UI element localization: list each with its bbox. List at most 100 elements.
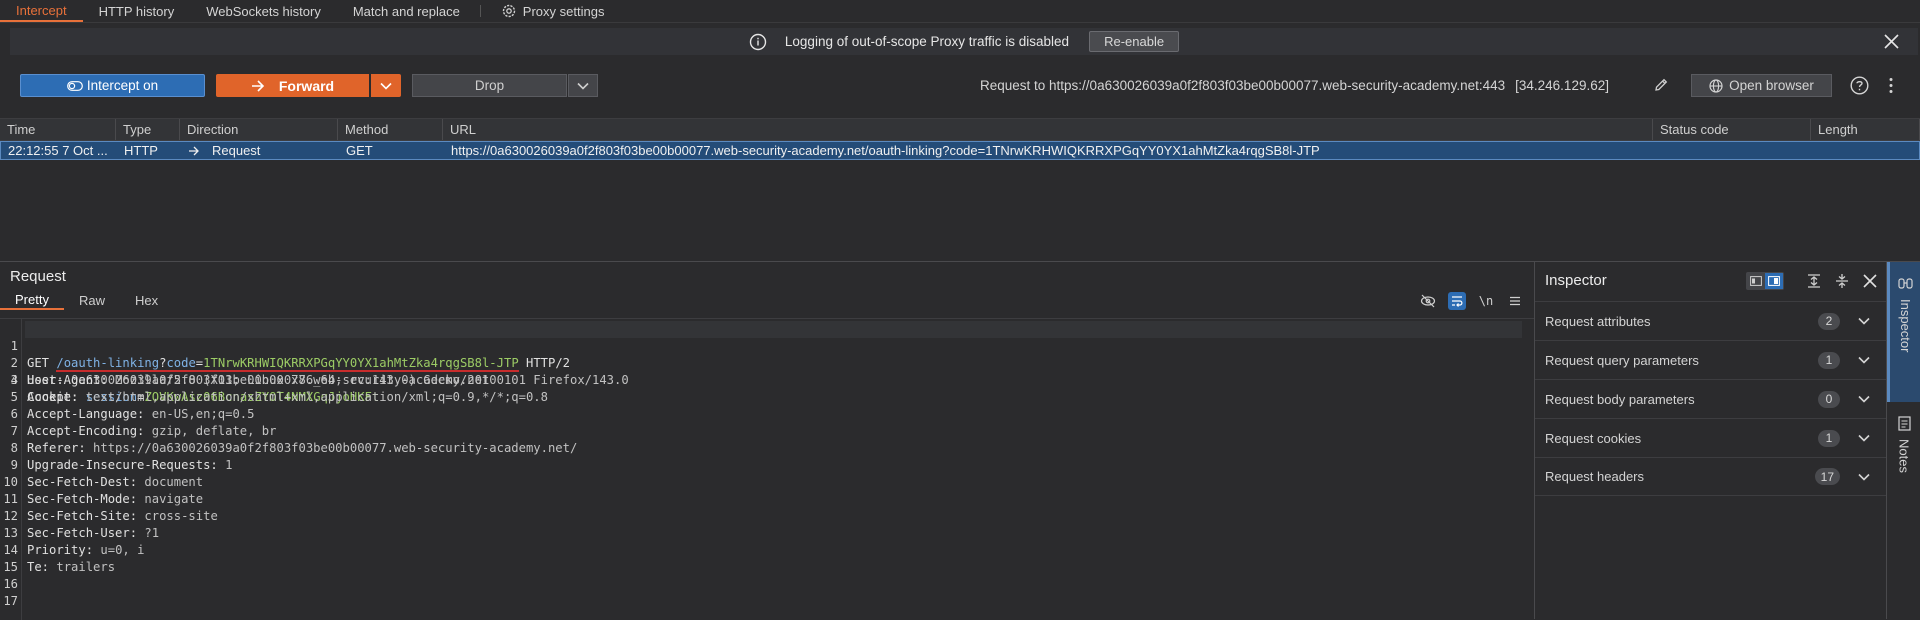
header-value: text/html,application/xhtml+xml,applicat… (85, 390, 548, 404)
header-name: Referer: (27, 441, 86, 455)
layout-toggle (1746, 272, 1784, 290)
code-line: 10 Sec-Fetch-Dest: document (0, 474, 1534, 491)
inspector-section-request-body-parameters[interactable]: Request body parameters 0 (1535, 379, 1886, 418)
side-tab-notes[interactable]: Notes (1887, 402, 1920, 502)
tab-intercept[interactable]: Intercept (0, 0, 83, 22)
section-label: Request cookies (1545, 430, 1642, 446)
re-enable-button[interactable]: Re-enable (1089, 31, 1180, 52)
line-number: 7 (10, 424, 18, 438)
cell-url: https://0a630026039a0f2f803f03be00b00077… (451, 143, 1320, 158)
code-line: 1 GET /oauth-linking?code=1TNrwKRHWIQKRR… (0, 321, 1534, 372)
expand-all-icon[interactable] (1806, 273, 1822, 289)
header-name: Accept-Language: (27, 407, 145, 421)
header-value: ?1 (144, 526, 160, 540)
header-name: Sec-Fetch-Site: (27, 509, 138, 523)
tab-proxy-settings[interactable]: Proxy settings (485, 0, 621, 22)
section-label: Request body parameters (1545, 391, 1695, 407)
column-header-method[interactable]: Method (338, 119, 443, 140)
header-line: Upgrade-Insecure-Requests: 1 (27, 457, 232, 474)
open-browser-label: Open browser (1729, 78, 1814, 93)
notes-icon (1897, 416, 1911, 431)
line-number: 15 (3, 560, 18, 574)
column-header-url[interactable]: URL (443, 119, 1653, 140)
tab-raw[interactable]: Raw (64, 290, 120, 310)
cell-method: GET (346, 143, 373, 158)
drop-options-button[interactable] (568, 74, 598, 97)
header-name: Accept-Encoding: (27, 424, 145, 438)
count-badge: 17 (1814, 468, 1840, 485)
header-name: User-Agent: (27, 373, 108, 387)
side-tab-inspector[interactable]: Inspector (1887, 262, 1920, 402)
section-label: Request headers (1545, 469, 1645, 484)
table-row[interactable]: 22:12:55 7 Oct ... HTTP Request GET http… (0, 141, 1920, 160)
tab-websockets-history[interactable]: WebSockets history (190, 0, 337, 22)
chevron-down-icon (1858, 473, 1870, 481)
inspector-sections: Request attributes 2 Request query param… (1535, 301, 1886, 496)
column-header-time[interactable]: Time (0, 119, 116, 140)
intercept-toolbar: Intercept on Forward Drop Request to htt… (0, 68, 1920, 102)
cell-time: 22:12:55 7 Oct ... (8, 143, 108, 158)
line-number: 12 (3, 509, 18, 523)
cell-length (1812, 142, 1919, 159)
column-header-length[interactable]: Length (1811, 119, 1920, 140)
header-line: Priority: u=0, i (27, 542, 144, 559)
inspector-section-request-headers[interactable]: Request headers 17 (1535, 457, 1886, 496)
direction-label: Request (212, 143, 261, 158)
intercept-toggle-button[interactable]: Intercept on (20, 74, 205, 97)
editor-tools: \n (1408, 292, 1524, 310)
inspector-section-request-query-parameters[interactable]: Request query parameters 1 (1535, 340, 1886, 379)
tab-pretty[interactable]: Pretty (0, 290, 64, 310)
hide-nonprintable-icon[interactable] (1419, 292, 1437, 310)
menu-icon[interactable] (1506, 292, 1524, 310)
header-line: Accept-Language: en-US,en;q=0.5 (27, 406, 254, 423)
intercept-queue-table: Time Type Direction Method URL Status co… (0, 118, 1920, 260)
code-line: 16 (0, 576, 1534, 593)
line-number: 11 (3, 492, 18, 506)
header-value: document (144, 475, 204, 489)
show-newlines-icon[interactable]: \n (1477, 292, 1495, 310)
collapse-all-icon[interactable] (1834, 273, 1850, 289)
column-header-type[interactable]: Type (116, 119, 180, 140)
column-header-status-code[interactable]: Status code (1653, 119, 1811, 140)
toggle-icon (66, 80, 83, 91)
header-name: Priority: (27, 543, 94, 557)
layout-split-icon[interactable] (1765, 273, 1783, 289)
layout-list-icon[interactable] (1747, 273, 1765, 289)
close-icon[interactable] (1883, 33, 1900, 50)
code-line: 13 Sec-Fetch-User: ?1 (0, 525, 1534, 542)
code-line: 11 Sec-Fetch-Mode: navigate (0, 491, 1534, 508)
request-editor[interactable]: 1 GET /oauth-linking?code=1TNrwKRHWIQKRR… (0, 318, 1534, 620)
forward-options-button[interactable] (371, 74, 401, 97)
code-line: 6 Accept-Language: en-US,en;q=0.5 (0, 406, 1534, 423)
open-browser-button[interactable]: Open browser (1691, 74, 1832, 97)
line-number: 5 (10, 390, 18, 404)
tab-hex[interactable]: Hex (120, 290, 173, 310)
tab-match-and-replace[interactable]: Match and replace (337, 0, 476, 22)
inspector-panel: Inspector Request attributes 2 Request q… (1534, 262, 1886, 619)
help-icon[interactable] (1850, 76, 1869, 95)
header-name: Sec-Fetch-Dest: (27, 475, 138, 489)
table-header: Time Type Direction Method URL Status co… (0, 119, 1920, 141)
header-name: Upgrade-Insecure-Requests: (27, 458, 218, 472)
tab-label: HTTP history (98, 3, 175, 19)
proxy-tabs: Intercept HTTP history WebSockets histor… (0, 0, 1920, 23)
drop-button[interactable]: Drop (412, 74, 567, 97)
section-label: Request query parameters (1545, 352, 1699, 368)
header-line: Accept: text/html,application/xhtml+xml,… (27, 389, 548, 406)
forward-button[interactable]: Forward (216, 74, 369, 97)
header-name: Sec-Fetch-Mode: (27, 492, 138, 506)
wrap-lines-icon[interactable] (1448, 292, 1466, 310)
pencil-icon[interactable] (1653, 77, 1669, 93)
inspector-section-request-attributes[interactable]: Request attributes 2 (1535, 301, 1886, 340)
code-line: 12 Sec-Fetch-Site: cross-site (0, 508, 1534, 525)
inspector-section-request-cookies[interactable]: Request cookies 1 (1535, 418, 1886, 457)
inspector-title: Inspector (1545, 272, 1607, 289)
line-number: 16 (3, 577, 18, 591)
tab-http-history[interactable]: HTTP history (83, 0, 191, 22)
header-value: en-US,en;q=0.5 (151, 407, 255, 421)
close-icon[interactable] (1862, 273, 1878, 289)
more-options-icon[interactable] (1885, 76, 1897, 95)
code-line: 3 Cookie: session=ZOVKwAsz06BcnasZYOT4NM… (0, 355, 1534, 404)
column-header-direction[interactable]: Direction (180, 119, 338, 140)
globe-icon (1709, 78, 1723, 93)
